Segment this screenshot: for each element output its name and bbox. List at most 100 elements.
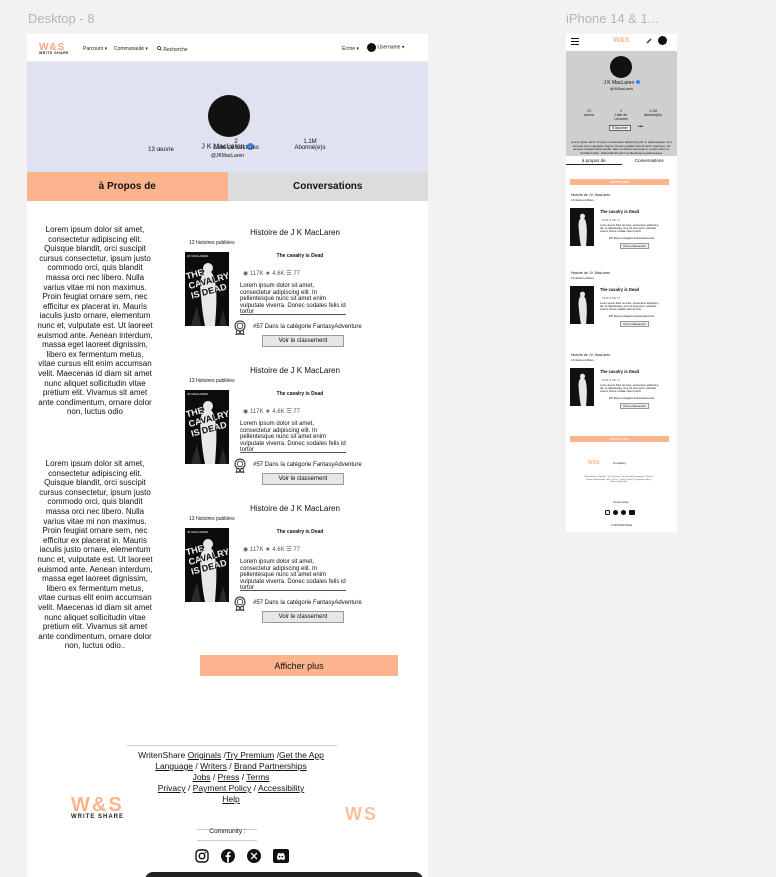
footer-link-originals[interactable]: Originals (188, 750, 222, 760)
search-icon (157, 46, 162, 51)
eye-icon: ◉ (243, 547, 249, 553)
footer-link-app[interactable]: Get the App (279, 750, 324, 760)
footer-link-accessibility[interactable]: Accessibility (258, 783, 304, 793)
desktop-frame-label: Desktop - 8 (28, 11, 95, 26)
x-icon[interactable] (621, 510, 626, 515)
avatar (367, 43, 376, 52)
phone-follow-button[interactable]: S'abonner (609, 125, 631, 131)
discord-icon[interactable] (273, 849, 289, 863)
instagram-icon[interactable] (605, 510, 610, 515)
profile-handle: @JKMacLaren (210, 153, 245, 159)
stat-lists: 2 Liste de Lectures (212, 139, 260, 151)
story-description: Lorem ipsum dolor sit amet, consectetur … (240, 559, 346, 592)
cover-author: JK MACLAREN (187, 530, 209, 534)
show-more-button[interactable]: Afficher plus (200, 655, 398, 676)
phone-show-more-top[interactable]: Afficher plus (570, 179, 669, 185)
phone-copyright: © 2024 WritnShare (610, 524, 633, 527)
phone-story-title[interactable]: The cavalry is Dead (600, 287, 639, 292)
phone-story-description: Lorem ipsum dolor sit amet, consectetur … (600, 302, 659, 311)
footer-link-payment[interactable]: Payment Policy (193, 783, 252, 793)
phone-story-heading: Histoire de J K MacLaren (571, 353, 611, 357)
phone-view-ranking-button[interactable]: Voir le classement (620, 403, 649, 409)
instagram-icon[interactable] (195, 849, 209, 863)
phone-footer-link-brand-partnerships[interactable]: Brand Partnerships (586, 479, 605, 481)
view-ranking-button[interactable]: Voir le classement (262, 335, 344, 347)
tab-about[interactable]: à Propos de (27, 172, 228, 201)
profile-avatar (208, 95, 250, 137)
nav-search[interactable]: Recherche (157, 46, 188, 53)
footer-link-privacy[interactable]: Privacy (158, 783, 186, 793)
footer-link-premium[interactable]: Try Premium (226, 750, 274, 760)
phone-social-icons (605, 510, 635, 515)
phone-show-more-bottom[interactable]: Afficher plus (570, 436, 669, 442)
phone-view-ranking-button[interactable]: Voir le classement (620, 243, 649, 249)
phone-avatar[interactable] (658, 36, 667, 45)
phone-story-cover[interactable] (570, 208, 594, 246)
story-cover[interactable]: JK MACLAREN THE CAVALRY IS DEAD (185, 252, 229, 326)
story-divider (240, 590, 346, 591)
about-paragraph-2: Lorem ipsum dolor sit amet, consectetur … (37, 459, 153, 651)
nav-write[interactable]: Écrire ▾ (342, 46, 359, 52)
story-views: 117K (249, 409, 264, 415)
phone-story-heading: Histoire de J K MacLaren (571, 193, 611, 197)
phone-about-text: Lorem ipsum dolor sit amet, consectetur … (570, 140, 673, 155)
user-menu[interactable]: Username ▾ (367, 43, 404, 52)
phone-story-stats: 117K 4.6K 77 (602, 218, 620, 223)
footer-link-brand-partnerships[interactable]: Brand Partnerships (234, 761, 307, 771)
footer-link-press[interactable]: Press (218, 772, 240, 782)
story-stars: 4.6K (272, 409, 285, 415)
footer-links: WritenShare Originals /Try Premium /Get … (138, 750, 324, 804)
footer-link-language[interactable]: Language (155, 761, 193, 771)
facebook-icon[interactable] (613, 510, 618, 515)
nav-community[interactable]: Communauté ▾ (114, 46, 148, 52)
footer-link-jobs[interactable]: Jobs (193, 772, 211, 782)
username: Username ▾ (377, 44, 405, 51)
phone-view-ranking-button[interactable]: Voir le classement (620, 321, 649, 327)
view-ranking-button[interactable]: Voir le classement (262, 611, 344, 623)
phone-tab-about[interactable]: à propos de (566, 156, 622, 165)
footer-link-writers[interactable]: Writers (200, 761, 227, 771)
footer-link-help[interactable]: Help (222, 794, 239, 804)
logo[interactable]: W&S WRITE SHARE (39, 42, 69, 55)
story-title[interactable]: The cavalry is Dead (245, 253, 355, 259)
phone-tab-conversations[interactable]: Conversations (622, 156, 678, 165)
hamburger-icon[interactable] (571, 38, 579, 45)
story-rank: #57 Dans la catégorie FantasyAdventure (253, 462, 362, 468)
phone-story-stars: 4.6K (609, 218, 616, 222)
story-card: Histoire de J K MacLaren 13 histoires pub… (185, 228, 400, 366)
nav-browse[interactable]: Parcourir ▾ (83, 46, 107, 52)
more-options-icon[interactable]: ••• (638, 124, 643, 130)
phone-logo[interactable]: W&S (613, 37, 629, 44)
phone-frame: W&S J K MacLaren @JKMacLaren 13 œuvre 2 Li… (566, 34, 677, 532)
phone-story-title[interactable]: The cavalry is Dead (600, 369, 639, 374)
pen-icon[interactable] (646, 38, 652, 44)
story-cover[interactable]: JK MACLAREN THE CAVALRY IS DEAD (185, 528, 229, 602)
phone-footer-link-accessibility[interactable]: Accessibility (610, 481, 622, 483)
footer-logo-subtitle: WRITE SHARE (71, 814, 124, 820)
discord-icon[interactable] (629, 510, 635, 515)
phone-footer-link-help[interactable]: Help (623, 481, 628, 483)
phone-story-cover[interactable] (570, 286, 594, 324)
footer-link-terms[interactable]: Terms (246, 772, 269, 782)
tab-conversations[interactable]: Conversations (227, 172, 428, 201)
story-title[interactable]: The cavalry is Dead (245, 529, 355, 535)
story-cover[interactable]: JK MACLAREN THE CAVALRY IS DEAD (185, 390, 229, 464)
phone-story-views: 117K (602, 218, 609, 222)
phone-story-title[interactable]: The cavalry is Dead (600, 209, 639, 214)
phone-story-parts: 77 (616, 378, 620, 382)
cover-figure-icon (578, 291, 587, 324)
phone-story-published: 13 histoires publiées (571, 359, 594, 362)
story-published-count: 13 histoires publiées (189, 378, 235, 384)
view-ranking-button[interactable]: Voir le classement (262, 473, 344, 485)
phone-story-parts: 77 (616, 296, 620, 300)
x-icon[interactable] (247, 849, 261, 863)
list-icon: ☰ (286, 271, 292, 277)
facebook-icon[interactable] (221, 849, 235, 863)
phone-story-cover[interactable] (570, 368, 594, 406)
story-stats: ◉ 117K ★ 4.6K ☰ 77 (243, 270, 300, 277)
story-parts: 77 (293, 547, 300, 553)
phone-footer-link-payment[interactable]: Payment Policy (635, 479, 650, 481)
phone-story-rank: #57 Dans la catégorie FantasyAdventure (609, 315, 655, 318)
phone-story-stars: 4.6K (609, 296, 616, 300)
story-title[interactable]: The cavalry is Dead (245, 391, 355, 397)
